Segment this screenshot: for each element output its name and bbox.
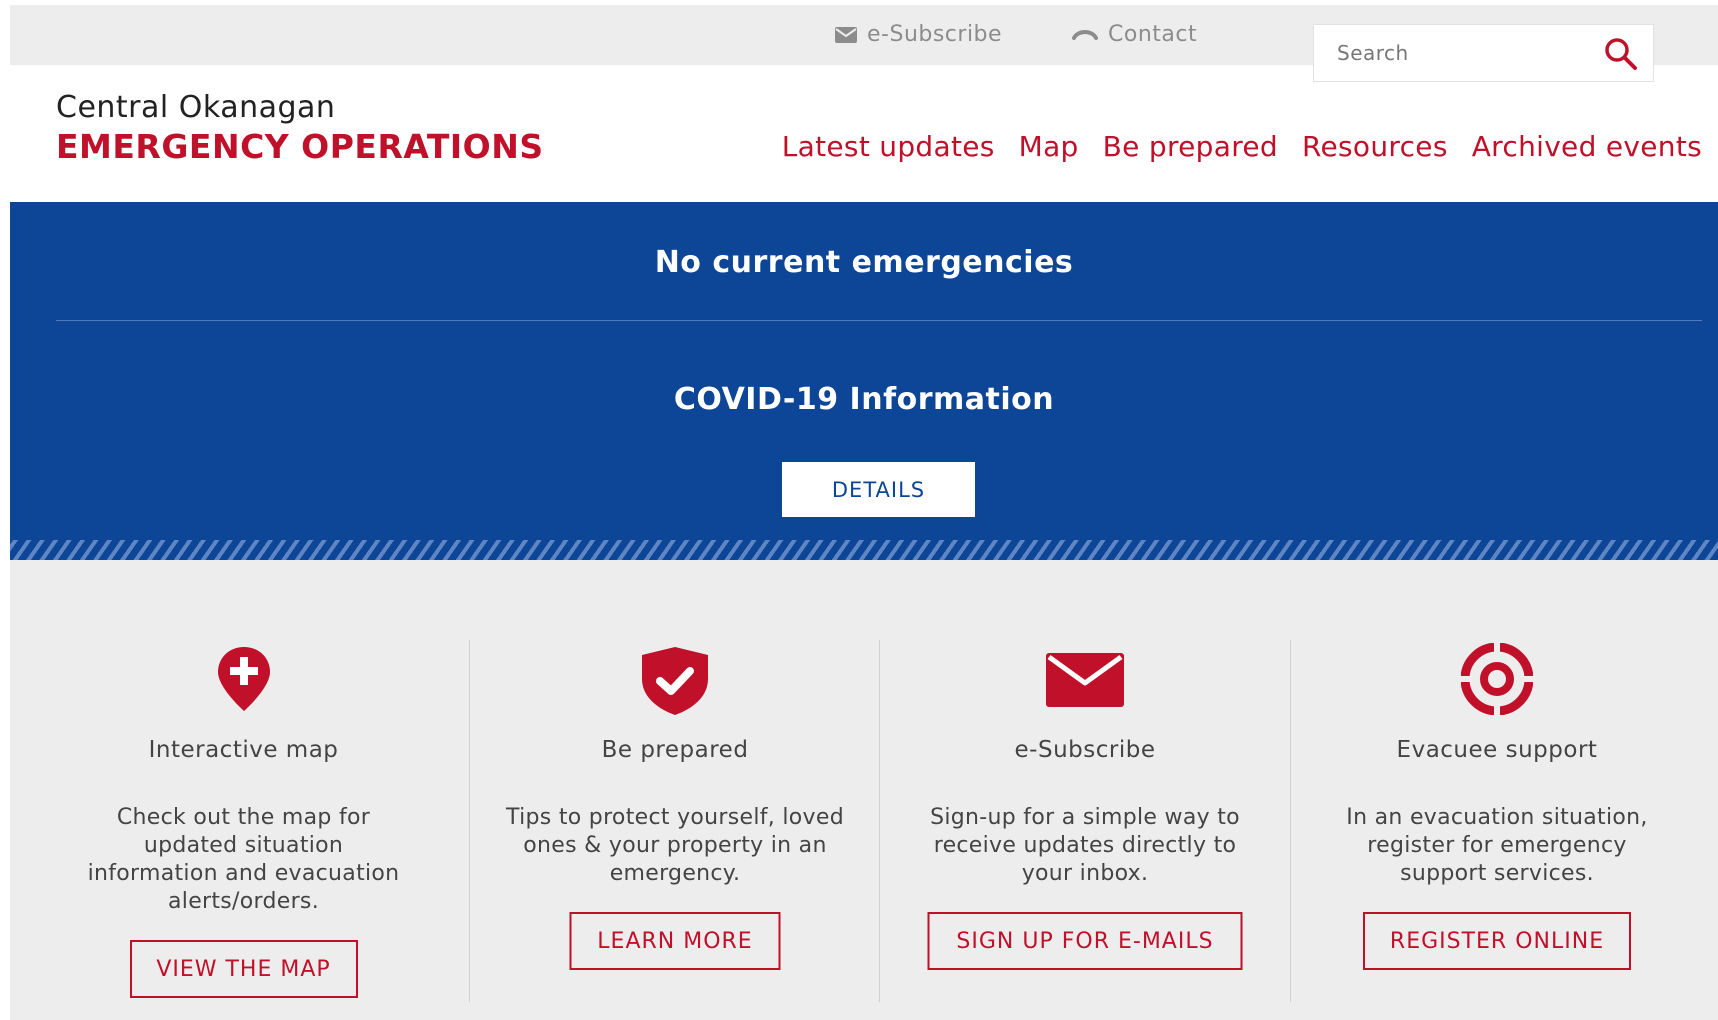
e-subscribe-label: e-Subscribe <box>867 22 1003 47</box>
search-input[interactable] <box>1315 26 1585 80</box>
card-be-prepared: Be prepared Tips to protect yourself, lo… <box>470 560 880 1020</box>
envelope-icon <box>835 26 857 43</box>
card-title: e-Subscribe <box>1014 737 1156 763</box>
lifebuoy-icon <box>1460 642 1534 719</box>
shield-check-icon <box>640 645 710 721</box>
card-evacuee-support: Evacuee support In an evacuation situati… <box>1291 560 1703 1020</box>
utility-bar: e-Subscribe Contact <box>10 5 1718 82</box>
e-subscribe-link[interactable]: e-Subscribe <box>835 22 1002 47</box>
learn-more-button[interactable]: LEARN MORE <box>569 912 781 970</box>
contact-label: Contact <box>1108 22 1198 47</box>
envelope-icon <box>1046 645 1124 711</box>
search-button[interactable] <box>1603 36 1639 72</box>
nav-be-prepared[interactable]: Be prepared <box>1103 130 1278 163</box>
card-description: In an evacuation situation, register for… <box>1346 805 1648 886</box>
contact-link[interactable]: Contact <box>1072 22 1197 47</box>
search-box <box>1313 24 1654 82</box>
sign-up-emails-button[interactable]: SIGN UP FOR E-MAILS <box>927 912 1243 970</box>
site-logo[interactable]: Central Okanagan EMERGENCY OPERATIONS <box>56 90 544 166</box>
logo-line-1: Central Okanagan <box>56 90 336 125</box>
card-description: Check out the map for updated situation … <box>87 805 400 914</box>
card-e-subscribe: e-Subscribe Sign-up for a simple way to … <box>880 560 1290 1020</box>
card-description: Sign-up for a simple way to receive upda… <box>930 805 1240 886</box>
banner-subtitle: COVID-19 Information <box>673 382 1055 417</box>
view-map-button[interactable]: VIEW THE MAP <box>129 940 358 998</box>
nav-latest-updates[interactable]: Latest updates <box>782 130 995 163</box>
card-title: Evacuee support <box>1396 737 1598 763</box>
status-banner: No current emergencies COVID-19 Informat… <box>10 202 1718 560</box>
nav-resources[interactable]: Resources <box>1302 130 1448 163</box>
nav-map[interactable]: Map <box>1019 130 1079 163</box>
phone-icon <box>1072 29 1098 40</box>
card-interactive-map: Interactive map Check out the map for up… <box>56 560 431 1020</box>
banner-stripe <box>10 540 1718 560</box>
feature-cards: Interactive map Check out the map for up… <box>10 560 1718 1020</box>
search-icon <box>1605 38 1637 70</box>
nav-archived-events[interactable]: Archived events <box>1472 130 1702 163</box>
map-pin-plus-icon <box>216 645 272 717</box>
card-description: Tips to protect yourself, loved ones & y… <box>506 805 844 886</box>
banner-title: No current emergencies <box>654 245 1074 280</box>
card-title: Interactive map <box>148 737 339 763</box>
register-online-button[interactable]: REGISTER ONLINE <box>1363 912 1631 970</box>
card-title: Be prepared <box>601 737 749 763</box>
main-nav: Latest updates Map Be prepared Resources… <box>782 130 1702 163</box>
details-button[interactable]: DETAILS <box>782 462 975 517</box>
page: e-Subscribe Contact Central Okanagan EME… <box>10 5 1718 1020</box>
banner-divider <box>56 320 1702 321</box>
logo-line-2: EMERGENCY OPERATIONS <box>56 127 544 166</box>
